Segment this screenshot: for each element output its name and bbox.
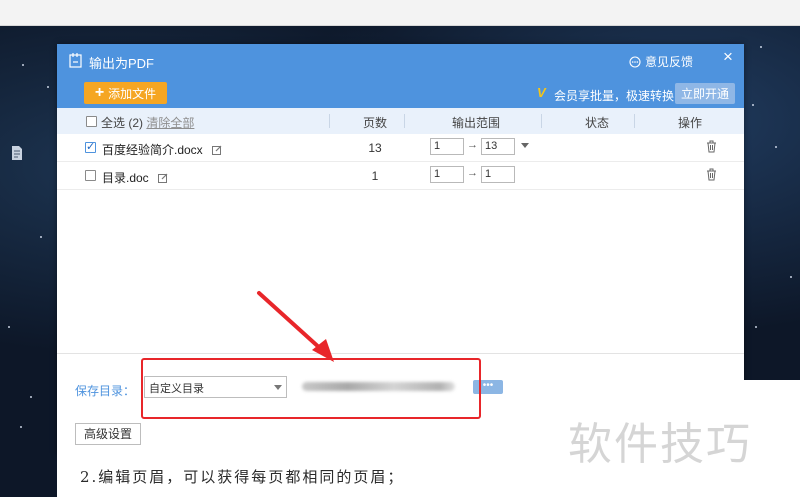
page-count: 13: [368, 141, 382, 155]
range-to-input[interactable]: 13: [481, 138, 515, 155]
column-pages: 页数: [363, 116, 388, 130]
select-all-label[interactable]: 全选 (2) 清除全部: [101, 114, 194, 131]
feedback-label: 意见反馈: [645, 55, 694, 69]
range-to-input[interactable]: 1: [481, 166, 515, 183]
file-table-header: 全选 (2) 清除全部 页数 输出范围 状态 操作: [57, 108, 744, 134]
column-divider: [404, 114, 405, 128]
table-row: 百度经验简介.docx 13 1 → 13: [57, 134, 744, 162]
advanced-settings-button[interactable]: 高级设置: [75, 423, 141, 445]
add-file-button[interactable]: + 添加文件: [84, 82, 167, 104]
column-action: 操作: [678, 116, 703, 130]
edit-icon[interactable]: [158, 173, 168, 183]
vip-promo-text: 会员享批量，极速转换: [554, 89, 675, 103]
pdf-export-icon: [69, 53, 82, 68]
activate-vip-button[interactable]: 立即开通: [675, 83, 735, 104]
column-divider: [634, 114, 635, 128]
file-name: 百度经验简介.docx: [102, 141, 222, 158]
watermark-text: 软件技巧: [568, 419, 752, 470]
range-from-input[interactable]: 1: [430, 166, 464, 183]
top-strip: [0, 0, 800, 26]
range-arrow: →: [467, 139, 478, 151]
vip-badge-icon: V: [537, 85, 546, 100]
feedback-link[interactable]: 意见反馈: [629, 53, 693, 70]
plus-icon: +: [94, 84, 105, 101]
save-directory-label: 保存目录：: [75, 384, 136, 398]
table-row: 目录.doc 1 1 → 1: [57, 162, 744, 190]
select-all-checkbox[interactable]: [86, 116, 97, 127]
dialog-title: 输出为PDF: [89, 56, 155, 71]
row-checkbox[interactable]: [85, 140, 96, 153]
page-count: 1: [371, 169, 379, 183]
close-icon[interactable]: ×: [723, 48, 733, 65]
highlight-box: [141, 358, 481, 419]
column-divider: [329, 114, 330, 128]
add-file-label: 添加文件: [108, 86, 157, 101]
column-output-range: 输出范围: [452, 116, 501, 130]
range-from-input[interactable]: 1: [430, 138, 464, 155]
row-checkbox[interactable]: [85, 170, 96, 181]
column-status: 状态: [585, 116, 610, 130]
chevron-down-icon[interactable]: [521, 143, 529, 148]
dialog-titlebar: 输出为PDF 意见反馈 × + 添加文件 V 会员享批量，极速转换 立即开通: [57, 44, 744, 108]
caption-text: 2.编辑页眉，可以获得每页都相同的页眉；: [80, 468, 405, 486]
trash-icon[interactable]: [706, 168, 717, 181]
edit-icon[interactable]: [212, 145, 222, 155]
chat-bubble-icon: [629, 55, 641, 68]
column-divider: [541, 114, 542, 128]
clear-all-link[interactable]: 清除全部: [146, 116, 194, 130]
range-arrow: →: [467, 167, 478, 179]
file-name: 目录.doc: [102, 169, 168, 186]
trash-icon[interactable]: [706, 140, 717, 153]
document-icon: [12, 146, 22, 160]
